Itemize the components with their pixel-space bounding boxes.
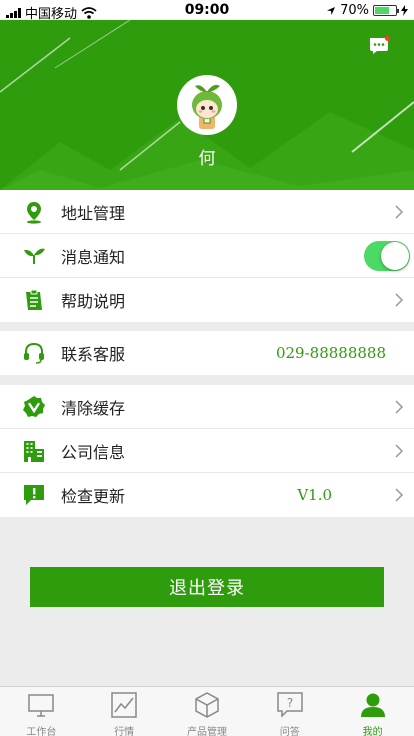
tab-workbench[interactable]: 工作台 xyxy=(0,687,83,736)
tab-products[interactable]: 产品管理 xyxy=(166,687,249,736)
notification-row: 消息通知 xyxy=(0,234,414,278)
logout-button[interactable]: 退出登录 xyxy=(30,567,384,607)
toggle-knob xyxy=(381,242,409,270)
user-icon xyxy=(360,693,385,717)
settings-section-2: 联系客服 029-88888888 xyxy=(0,331,414,375)
company-info-row[interactable]: 公司信息 xyxy=(0,429,414,473)
tab-market[interactable]: 行情 xyxy=(83,687,166,736)
check-badge-icon xyxy=(23,396,45,417)
status-bar: 中国移动 09:00 70% xyxy=(0,0,414,22)
company-label: 公司信息 xyxy=(61,442,126,462)
battery-icon xyxy=(373,5,399,16)
help-label: 帮助说明 xyxy=(61,292,126,311)
check-update-row[interactable]: 检查更新 V1.0 xyxy=(0,473,414,517)
customer-service-row[interactable]: 联系客服 029-88888888 xyxy=(0,331,414,375)
cache-label: 清除缓存 xyxy=(61,398,126,418)
status-right: 70% xyxy=(326,3,408,18)
service-label: 联系客服 xyxy=(61,345,126,364)
profile-header: 何 xyxy=(0,20,414,190)
tab-label: 行情 xyxy=(114,727,135,736)
alert-message-icon xyxy=(24,485,44,505)
trend-chart-icon xyxy=(111,692,137,718)
chevron-right-icon xyxy=(395,444,404,458)
notification-label: 消息通知 xyxy=(61,247,126,267)
address-management-row[interactable]: 地址管理 xyxy=(0,190,414,234)
tab-label: 我的 xyxy=(362,727,383,736)
clipboard-icon xyxy=(26,289,42,310)
svg-text:?: ? xyxy=(287,696,293,710)
tab-label: 工作台 xyxy=(26,727,57,736)
chevron-right-icon xyxy=(395,488,404,502)
monitor-icon xyxy=(28,694,55,717)
settings-section-3: 清除缓存 公司信息 检查更新 V1.0 xyxy=(0,385,414,517)
service-phone[interactable]: 029-88888888 xyxy=(276,344,386,362)
version-value: V1.0 xyxy=(297,486,332,504)
sprout-mascot-avatar xyxy=(192,84,222,129)
tab-mine[interactable]: 我的 xyxy=(331,687,414,736)
notification-toggle[interactable] xyxy=(364,241,410,271)
address-label: 地址管理 xyxy=(61,203,126,223)
battery-percent: 70% xyxy=(340,3,369,18)
location-pin-icon xyxy=(27,202,41,224)
update-label: 检查更新 xyxy=(61,487,126,506)
help-row[interactable]: 帮助说明 xyxy=(0,278,414,322)
tab-qa[interactable]: ? 问答 xyxy=(248,687,331,736)
settings-section-1: 地址管理 消息通知 帮助说明 xyxy=(0,190,414,322)
tab-label: 产品管理 xyxy=(186,727,227,736)
clear-cache-row[interactable]: 清除缓存 xyxy=(0,385,414,429)
location-arrow-icon xyxy=(327,6,336,15)
tab-bar: 工作台 行情 产品管理 ? 问答 我的 xyxy=(0,686,414,736)
avatar[interactable] xyxy=(177,75,237,135)
username: 何 xyxy=(198,149,216,169)
charging-icon xyxy=(401,5,408,16)
chevron-right-icon xyxy=(395,400,404,414)
headset-icon xyxy=(24,342,44,364)
chevron-right-icon xyxy=(395,205,404,219)
message-bubble-icon xyxy=(370,36,390,54)
box-icon xyxy=(195,692,219,718)
building-icon xyxy=(24,441,44,462)
question-bubble-icon: ? xyxy=(277,692,303,718)
message-button[interactable] xyxy=(368,36,390,56)
tab-label: 问答 xyxy=(279,727,300,736)
sprout-icon xyxy=(24,248,45,264)
chevron-right-icon xyxy=(395,293,404,307)
